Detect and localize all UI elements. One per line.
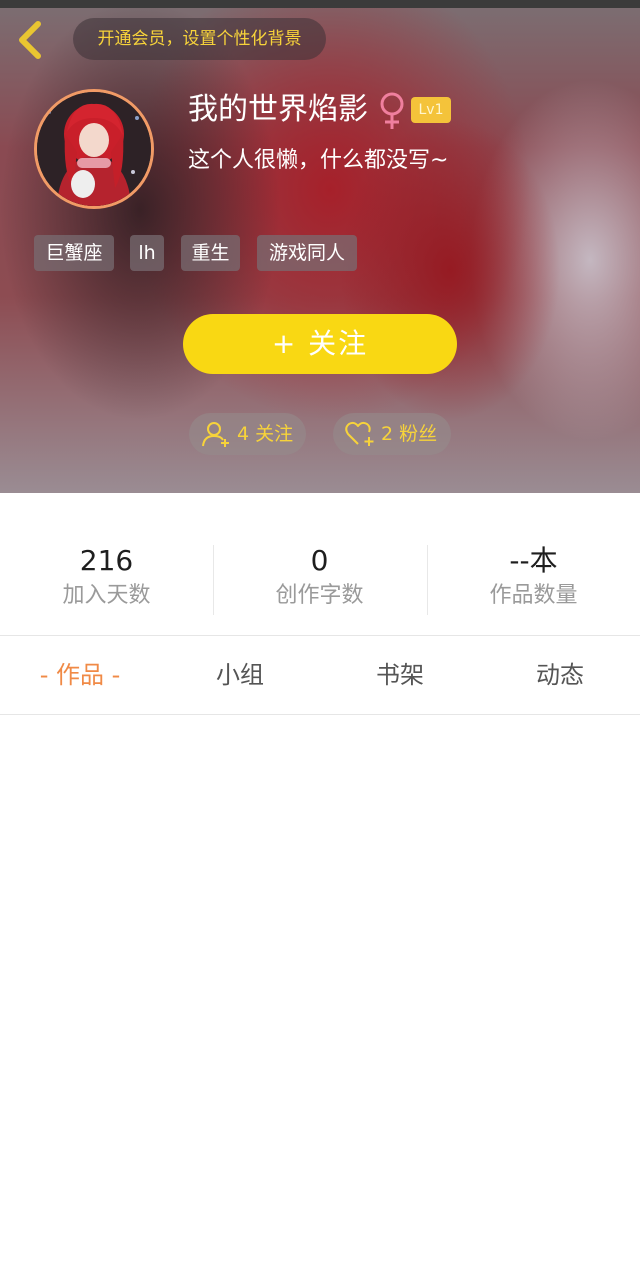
- tab-works[interactable]: - 作品 -: [0, 636, 160, 714]
- stat-value: --本: [509, 544, 558, 577]
- stat-label: 创作字数: [275, 583, 364, 608]
- level-badge: Lv1: [411, 97, 451, 123]
- vip-background-banner[interactable]: 开通会员，设置个性化背景: [73, 18, 326, 60]
- stat-word-count: 0 创作字数: [213, 543, 426, 613]
- fans-count-button[interactable]: 2 粉丝: [333, 413, 451, 455]
- tag-zodiac: 巨蟹座: [34, 235, 114, 271]
- follow-button[interactable]: + 关注: [183, 314, 457, 374]
- stat-label: 加入天数: [62, 583, 151, 608]
- back-button[interactable]: [12, 18, 52, 62]
- tab-activity[interactable]: 动态: [480, 636, 640, 714]
- stats-panel: 216 加入天数 0 创作字数 --本 作品数量: [0, 493, 640, 635]
- profile-header: 开通会员，设置个性化背景 我的世界焰影 Lv1 这个人很懒，什么都没写~ 巨蟹座…: [0, 0, 640, 493]
- stat-value: 216: [79, 544, 134, 577]
- female-icon: [380, 92, 404, 129]
- user-add-icon: [202, 422, 229, 447]
- tag-lh: lh: [130, 235, 164, 271]
- user-bio: 这个人很懒，什么都没写~: [188, 148, 449, 173]
- stat-works-count: --本 作品数量: [427, 543, 640, 613]
- following-count-button[interactable]: 4 关注: [189, 413, 306, 455]
- following-count-label: 4 关注: [237, 423, 294, 445]
- tab-groups[interactable]: 小组: [160, 636, 320, 714]
- stat-value: 0: [310, 544, 329, 577]
- username: 我的世界焰影: [188, 92, 368, 127]
- fans-count-label: 2 粉丝: [381, 423, 438, 445]
- tag-game-fanfic: 游戏同人: [257, 235, 357, 271]
- avatar-image: [37, 92, 151, 206]
- heart-add-icon: [345, 421, 374, 446]
- tab-bookshelf[interactable]: 书架: [320, 636, 480, 714]
- tag-rebirth: 重生: [181, 235, 240, 271]
- tab-content-area: [0, 715, 640, 1270]
- avatar[interactable]: [34, 89, 154, 209]
- stat-label: 作品数量: [489, 583, 578, 608]
- chevron-left-icon: [19, 21, 41, 59]
- stat-days-joined: 216 加入天数: [0, 543, 213, 613]
